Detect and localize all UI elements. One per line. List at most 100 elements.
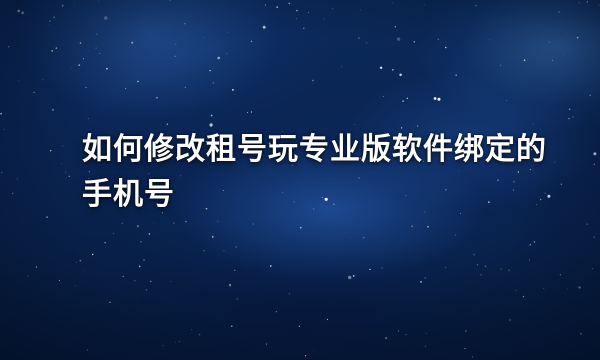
star [591, 267, 594, 270]
star [598, 4, 600, 6]
star [397, 330, 399, 332]
star [153, 222, 155, 224]
star [169, 0, 172, 1]
star [16, 178, 19, 180]
star [210, 114, 213, 117]
star [379, 66, 383, 69]
star [586, 1, 589, 3]
star [572, 116, 574, 118]
star [499, 64, 502, 67]
star [565, 31, 567, 33]
star [411, 225, 413, 227]
star [313, 349, 315, 351]
star [489, 39, 491, 41]
star [548, 41, 551, 43]
star [184, 86, 186, 89]
star [567, 288, 568, 290]
star [299, 226, 302, 229]
star [113, 233, 115, 234]
star [61, 4, 64, 7]
star [109, 301, 111, 304]
star [437, 97, 441, 101]
star [109, 18, 111, 20]
star [131, 41, 134, 44]
star [209, 69, 211, 72]
star [145, 289, 147, 291]
star [360, 9, 361, 11]
star [178, 341, 180, 342]
star [423, 4, 425, 6]
star [78, 64, 81, 66]
star [70, 68, 72, 69]
star [95, 47, 97, 49]
star [522, 295, 525, 298]
star [61, 162, 63, 164]
star [18, 80, 20, 81]
star [11, 192, 14, 195]
star [212, 236, 214, 238]
star [475, 5, 477, 7]
star [74, 285, 76, 287]
star [275, 311, 277, 313]
star [568, 117, 570, 120]
star [53, 16, 55, 18]
star [185, 220, 187, 223]
star [235, 246, 237, 248]
star [138, 265, 141, 268]
star [385, 337, 387, 339]
star [137, 298, 139, 300]
star [75, 261, 77, 263]
star [424, 345, 426, 347]
star [593, 163, 595, 165]
star [86, 349, 89, 351]
star [106, 67, 108, 70]
star [288, 2, 291, 5]
star [295, 18, 297, 20]
star [433, 97, 437, 100]
star [425, 333, 427, 334]
star [62, 145, 64, 147]
star [558, 11, 560, 13]
star [554, 161, 556, 163]
star [227, 32, 229, 34]
star [484, 265, 487, 268]
star [303, 27, 305, 29]
star [593, 152, 597, 156]
star [402, 100, 404, 102]
star [445, 46, 447, 49]
star [217, 220, 219, 222]
star [332, 8, 334, 10]
star [506, 100, 507, 101]
star [0, 112, 2, 115]
star [405, 333, 407, 336]
star [137, 225, 139, 227]
star [174, 55, 176, 57]
star [363, 237, 365, 239]
star [564, 53, 566, 55]
star [464, 347, 466, 350]
star [358, 37, 360, 39]
star [396, 37, 401, 41]
star [85, 87, 87, 88]
star [203, 249, 205, 252]
star [399, 73, 402, 77]
star [392, 69, 394, 71]
star [198, 333, 201, 336]
star [42, 79, 44, 81]
star [184, 23, 186, 25]
star [296, 9, 298, 12]
star [593, 236, 596, 238]
star [508, 269, 510, 272]
star [276, 6, 279, 8]
star [87, 118, 89, 119]
star [121, 222, 123, 224]
star [454, 234, 456, 236]
star [424, 277, 426, 279]
star [148, 233, 151, 235]
star [49, 20, 51, 22]
star [150, 280, 152, 282]
star [96, 33, 98, 35]
page-title: 如何修改租号玩专业版软件绑定的手机号 [82, 132, 547, 212]
star [3, 128, 5, 131]
star [122, 275, 124, 277]
